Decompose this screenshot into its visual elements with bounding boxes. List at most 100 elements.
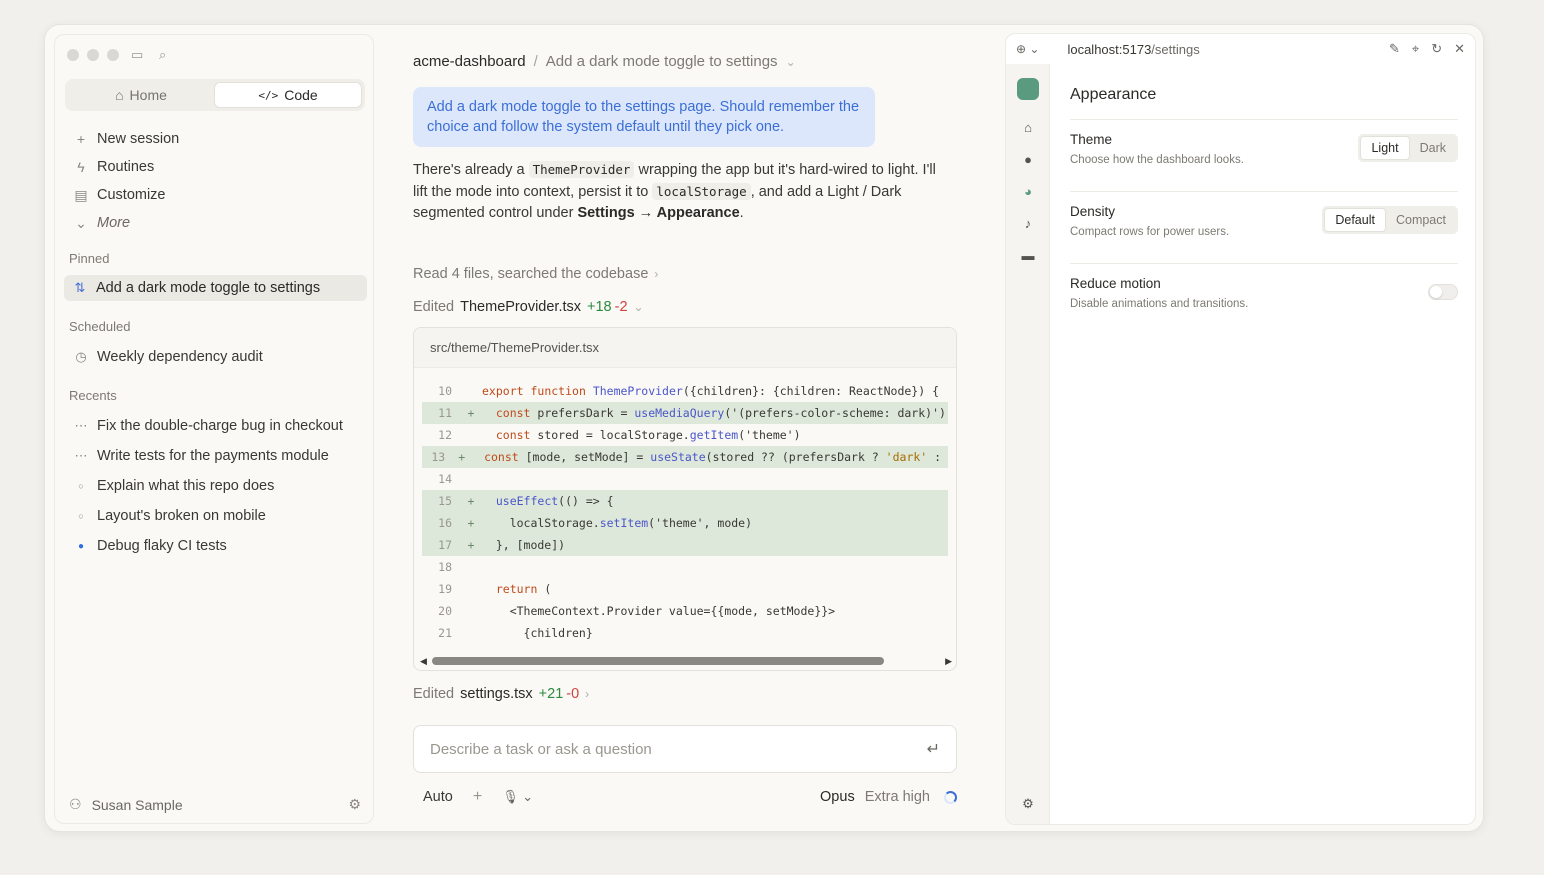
lines-added: +21: [538, 686, 564, 702]
url-field[interactable]: localhost:5173/settings: [1067, 42, 1199, 57]
repo-name[interactable]: acme-dashboard: [413, 53, 526, 70]
user-icon[interactable]: ●: [1006, 152, 1050, 167]
recent-item[interactable]: ○ Explain what this repo does: [65, 474, 274, 498]
session-title[interactable]: Add a dark mode toggle to settings: [546, 53, 778, 70]
code-line: 10 export function ThemeProvider({childr…: [438, 384, 940, 398]
code-line-added: 11 + const prefersDark = useMediaQuery('(…: [422, 402, 948, 424]
home-tab-label: Home: [129, 87, 167, 103]
scroll-right-icon[interactable]: ▶: [945, 656, 952, 667]
running-dots-icon: ⋯: [74, 418, 88, 433]
close-window-button[interactable]: [67, 49, 79, 61]
mode-selector[interactable]: Auto: [423, 789, 453, 805]
reduce-motion-toggle[interactable]: [1428, 284, 1458, 300]
sidebar-toggle-icon[interactable]: ▭: [131, 47, 143, 63]
recent-item[interactable]: ● Debug flaky CI tests: [65, 534, 227, 558]
url-host: localhost:5173: [1067, 41, 1152, 57]
bell-icon[interactable]: ♪: [1006, 216, 1050, 231]
scheduled-item-label: Weekly dependency audit: [97, 349, 263, 365]
gear-icon[interactable]: ⚙: [348, 796, 361, 813]
plus-icon[interactable]: +: [473, 788, 482, 806]
chevron-down-icon[interactable]: ⌄: [786, 55, 796, 69]
nav-customize[interactable]: ▤ Customize: [65, 181, 365, 209]
nav-routines[interactable]: ϟ Routines: [65, 153, 365, 181]
breadcrumb-separator: /: [533, 53, 538, 70]
user-menu[interactable]: ⚇ Susan Sample ⚙: [69, 796, 361, 813]
density-setting: Density Compact rows for power users. De…: [1070, 192, 1458, 264]
pencil-icon[interactable]: ✎: [1389, 41, 1400, 57]
code-line-added: 16 + localStorage.setItem('theme', mode): [422, 512, 948, 534]
activity-label: Read 4 files, searched the codebase: [413, 266, 649, 282]
idle-circle-icon: ○: [78, 511, 84, 521]
home-tab[interactable]: ⌂ Home: [68, 82, 214, 108]
search-icon[interactable]: ⌕: [159, 47, 166, 63]
effort-selector[interactable]: Extra high: [865, 789, 930, 805]
pinned-session-label: Add a dark mode toggle to settings: [96, 280, 321, 296]
pinned-session[interactable]: ⇅ Add a dark mode toggle to settings: [64, 275, 367, 301]
sidebar-nav: + New session ϟ Routines ▤ Customize ⌄ M…: [65, 125, 365, 237]
maximize-window-button[interactable]: [107, 49, 119, 61]
running-dots-icon: ⋯: [74, 448, 88, 463]
gear-icon[interactable]: ⚙: [1006, 796, 1050, 812]
theme-setting: Theme Choose how the dashboard looks. Li…: [1070, 120, 1458, 192]
activity-read[interactable]: Read 4 files, searched the codebase ›: [413, 266, 658, 282]
recent-item[interactable]: ⋯ Write tests for the payments module: [65, 444, 329, 468]
globe-icon[interactable]: ⊕ ⌄: [1016, 42, 1039, 56]
clock-icon: ◷: [75, 349, 87, 364]
recent-item-label: Layout's broken on mobile: [97, 508, 266, 524]
minimize-window-button[interactable]: [87, 49, 99, 61]
nav-more[interactable]: ⌄ More: [65, 209, 365, 237]
enter-icon[interactable]: ↵: [927, 739, 940, 759]
activity-prefix: Edited: [413, 299, 455, 315]
scheduled-item[interactable]: ◷ Weekly dependency audit: [65, 345, 263, 369]
code-tab[interactable]: </> Code: [214, 82, 362, 108]
setting-title: Density: [1070, 204, 1116, 219]
nav-label: New session: [97, 131, 180, 147]
lines-removed: -2: [614, 299, 628, 315]
reply-bold: Settings → Appearance: [577, 205, 740, 221]
density-compact-option[interactable]: Compact: [1386, 208, 1456, 232]
preview-panel: ⊕ ⌄ localhost:5173/settings ✎ ⌖ ↻ ✕ ⌂ ● …: [1005, 33, 1476, 825]
inline-code: ThemeProvider: [528, 161, 635, 178]
activity-edit[interactable]: Edited ThemeProvider.tsx +18 -2 ⌄: [413, 299, 644, 315]
code-icon: </>: [258, 88, 279, 102]
prompt-input[interactable]: Describe a task or ask a question ↵: [413, 725, 957, 773]
home-icon[interactable]: ⌂: [1006, 120, 1050, 135]
microphone-icon[interactable]: 🎙︎ ⌄: [502, 789, 533, 805]
chevron-down-icon: ⌄: [633, 300, 644, 314]
refresh-icon[interactable]: ↻: [1431, 41, 1442, 57]
close-icon[interactable]: ✕: [1454, 41, 1465, 57]
settings-page: Appearance Theme Choose how the dashboar…: [1070, 64, 1458, 336]
home-icon: ⌂: [115, 87, 124, 103]
density-default-option[interactable]: Default: [1324, 208, 1386, 232]
code-line: 14: [438, 472, 452, 486]
code-line: 18: [438, 560, 452, 574]
lines-removed: -0: [566, 686, 580, 702]
window-controls: [67, 49, 119, 61]
composer-toolbar: Auto + 🎙︎ ⌄ Opus Extra high: [413, 785, 957, 809]
theme-dark-option[interactable]: Dark: [1410, 136, 1456, 160]
code-line: 20 <ThemeContext.Provider value={{mode, …: [438, 604, 836, 618]
chevron-right-icon: ›: [654, 267, 659, 281]
nav-label: Customize: [97, 187, 166, 203]
nav-new-session[interactable]: + New session: [65, 125, 365, 153]
diff-view: src/theme/ThemeProvider.tsx 10 export fu…: [413, 327, 957, 671]
horizontal-scrollbar[interactable]: ◀ ▶: [420, 656, 952, 666]
theme-light-option[interactable]: Light: [1360, 136, 1410, 160]
user-name: Susan Sample: [91, 796, 183, 813]
app-logo: [1017, 78, 1039, 100]
loading-spinner-icon: [944, 790, 957, 804]
recent-item[interactable]: ○ Layout's broken on mobile: [65, 504, 266, 528]
palette-icon[interactable]: ◕: [1006, 184, 1050, 199]
idle-circle-icon: ○: [78, 481, 84, 491]
scrollbar-thumb[interactable]: [432, 657, 884, 665]
breadcrumb: acme-dashboard / Add a dark mode toggle …: [413, 53, 796, 70]
scroll-left-icon[interactable]: ◀: [420, 656, 427, 667]
toggle-knob: [1430, 286, 1442, 298]
recent-item[interactable]: ⋯ Fix the double-charge bug in checkout: [65, 414, 343, 438]
app-window: ▭ ⌕ ⌂ Home </> Code + New session ϟ Rout…: [44, 24, 1484, 832]
card-icon[interactable]: ▬: [1006, 248, 1050, 263]
edited-file: ThemeProvider.tsx: [460, 299, 582, 315]
activity-edit[interactable]: Edited settings.tsx +21 -0 ›: [413, 686, 589, 702]
select-element-icon[interactable]: ⌖: [1412, 41, 1419, 57]
model-selector[interactable]: Opus: [820, 789, 855, 805]
